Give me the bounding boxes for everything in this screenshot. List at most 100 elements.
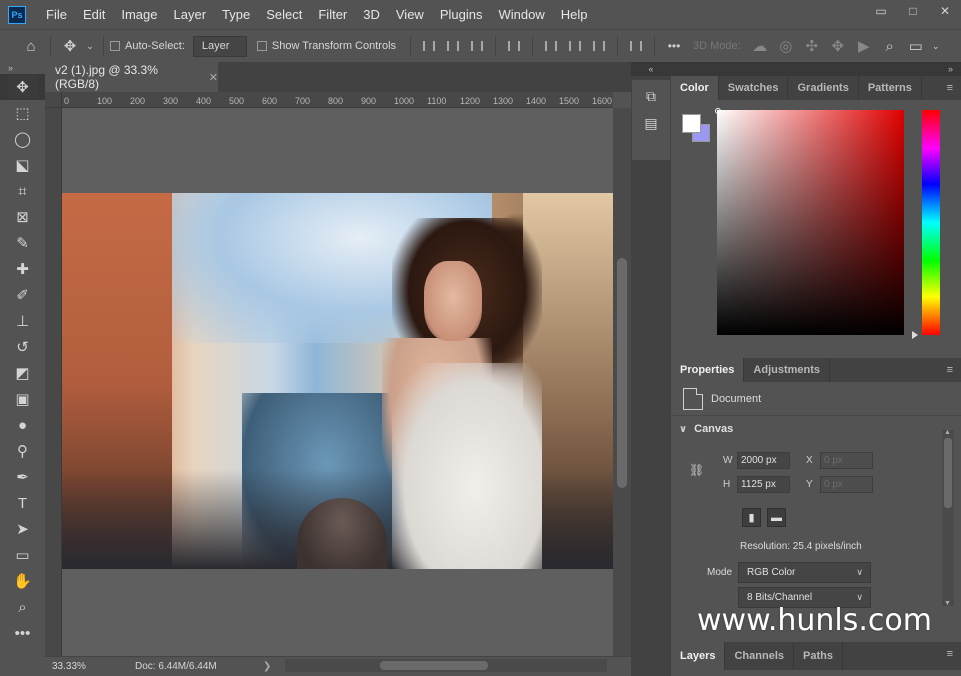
menu-plugins[interactable]: Plugins <box>432 0 491 29</box>
height-input[interactable]: 1125 px <box>737 476 790 493</box>
chevron-down-icon[interactable]: ⌄ <box>83 33 97 59</box>
restore-button[interactable]: □ <box>897 0 929 22</box>
hand-tool[interactable]: ✋ <box>0 568 45 594</box>
document-tab[interactable]: v2 (1).jpg @ 33.3% (RGB/8) ✕ <box>45 62 218 92</box>
more-tools[interactable]: ••• <box>0 620 45 646</box>
more-options-icon[interactable]: ••• <box>661 33 687 59</box>
workspace-icon[interactable]: ▭ <box>903 33 929 59</box>
clone-stamp-tool[interactable]: ⊥ <box>0 308 45 334</box>
vertical-scrollbar[interactable] <box>613 108 631 656</box>
panel-menu-icon[interactable]: ≡ <box>947 364 953 376</box>
distribute-horizontal-icon[interactable] <box>502 34 526 58</box>
menu-help[interactable]: Help <box>553 0 596 29</box>
home-icon[interactable]: ⌂ <box>18 33 44 59</box>
auto-select-checkbox[interactable] <box>110 41 120 51</box>
history-panel-icon[interactable]: ⧉ <box>646 88 656 105</box>
portrait-orientation-button[interactable]: ▮ <box>742 508 761 527</box>
type-tool[interactable]: T <box>0 490 45 516</box>
color-picker-marker[interactable] <box>715 108 721 114</box>
align-top-icon[interactable] <box>539 34 563 58</box>
tab-properties[interactable]: Properties <box>671 358 745 382</box>
menu-3d[interactable]: 3D <box>355 0 388 29</box>
comments-panel-icon[interactable]: ▤ <box>644 115 657 132</box>
scrollbar-thumb[interactable] <box>380 661 488 670</box>
align-right-icon[interactable] <box>465 34 489 58</box>
menu-layer[interactable]: Layer <box>166 0 215 29</box>
search-icon[interactable]: ⌕ <box>877 33 903 59</box>
hue-slider-marker[interactable] <box>912 331 918 339</box>
align-center-icon[interactable] <box>441 34 465 58</box>
document-image[interactable] <box>62 193 613 569</box>
menu-select[interactable]: Select <box>258 0 310 29</box>
tab-adjustments[interactable]: Adjustments <box>744 358 831 382</box>
collapse-dock-icon[interactable]: « <box>631 62 671 76</box>
align-bottom-icon[interactable] <box>587 34 611 58</box>
chevron-down-icon[interactable]: ∨ <box>679 424 687 435</box>
history-brush-tool[interactable]: ↺ <box>0 334 45 360</box>
show-transform-checkbox[interactable] <box>256 41 267 51</box>
expand-panels-icon[interactable]: » <box>671 62 961 76</box>
crop-tool[interactable]: ⌗ <box>0 178 45 204</box>
tab-patterns[interactable]: Patterns <box>859 76 922 100</box>
saturation-value-field[interactable] <box>717 110 904 335</box>
canvas-section-header[interactable]: ∨ Canvas <box>671 416 961 442</box>
auto-select-option[interactable]: Auto-Select: <box>110 40 185 52</box>
gradient-tool[interactable]: ▣ <box>0 386 45 412</box>
ruler-origin[interactable] <box>45 92 62 108</box>
object-selection-tool[interactable]: ⬕ <box>0 152 45 178</box>
eyedropper-tool[interactable]: ✎ <box>0 230 45 256</box>
tab-gradients[interactable]: Gradients <box>788 76 859 100</box>
pen-tool[interactable]: ✒ <box>0 464 45 490</box>
tab-channels[interactable]: Channels <box>725 642 794 670</box>
tab-color[interactable]: Color <box>671 76 719 100</box>
properties-scrollbar[interactable]: ▲ ▼ <box>942 429 954 607</box>
scroll-down-icon[interactable]: ▼ <box>944 600 951 607</box>
color-mode-dropdown[interactable]: RGB Color ∨ <box>738 562 871 583</box>
close-button[interactable]: ✕ <box>929 0 961 22</box>
scroll-up-icon[interactable]: ▲ <box>944 429 951 436</box>
chevron-down-icon[interactable]: ⌄ <box>929 33 943 59</box>
move-tool[interactable]: ✥ <box>0 74 45 100</box>
scrollbar-thumb[interactable] <box>617 258 627 488</box>
auto-select-target-dropdown[interactable]: Layer <box>192 35 247 57</box>
tab-paths[interactable]: Paths <box>794 642 843 670</box>
eraser-tool[interactable]: ◩ <box>0 360 45 386</box>
distribute-vertical-icon[interactable] <box>624 34 648 58</box>
blur-tool[interactable]: ● <box>0 412 45 438</box>
horizontal-ruler[interactable]: 0 100 200 300 400 500 600 700 800 900 10… <box>62 92 613 108</box>
close-tab-icon[interactable]: ✕ <box>209 71 218 84</box>
lasso-tool[interactable]: ◯ <box>0 126 45 152</box>
panel-menu-icon[interactable]: ≡ <box>947 82 953 94</box>
dodge-tool[interactable]: ⚲ <box>0 438 45 464</box>
healing-brush-tool[interactable]: ✚ <box>0 256 45 282</box>
brush-tool[interactable]: ✐ <box>0 282 45 308</box>
zoom-tool[interactable]: ⌕ <box>0 594 45 620</box>
minimize-button[interactable]: ▭ <box>865 0 897 22</box>
align-middle-icon[interactable] <box>563 34 587 58</box>
path-selection-tool[interactable]: ➤ <box>0 516 45 542</box>
panel-menu-icon[interactable]: ≡ <box>947 648 953 660</box>
menu-type[interactable]: Type <box>214 0 258 29</box>
move-tool-preset-icon[interactable]: ✥ <box>57 33 83 59</box>
link-dimensions-icon[interactable]: ⛓ <box>689 463 704 477</box>
foreground-color-swatch[interactable] <box>682 114 701 133</box>
menu-file[interactable]: File <box>38 0 75 29</box>
menu-view[interactable]: View <box>388 0 432 29</box>
width-input[interactable]: 2000 px <box>737 452 790 469</box>
vertical-ruler[interactable] <box>45 108 62 656</box>
tab-swatches[interactable]: Swatches <box>719 76 789 100</box>
show-transform-controls-option[interactable]: Show Transform Controls <box>256 40 396 52</box>
menu-window[interactable]: Window <box>490 0 552 29</box>
align-left-icon[interactable] <box>417 34 441 58</box>
scrollbar-thumb[interactable] <box>944 438 952 508</box>
horizontal-scrollbar[interactable] <box>285 659 607 672</box>
status-menu-arrow-icon[interactable]: ❯ <box>263 661 271 672</box>
zoom-level[interactable]: 33.33% <box>45 661 86 672</box>
rectangle-tool[interactable]: ▭ <box>0 542 45 568</box>
menu-edit[interactable]: Edit <box>75 0 113 29</box>
collapse-toolbar-icon[interactable]: » <box>0 62 45 74</box>
hue-slider[interactable] <box>922 110 940 335</box>
marquee-tool[interactable]: ⬚ <box>0 100 45 126</box>
menu-image[interactable]: Image <box>113 0 165 29</box>
landscape-orientation-button[interactable]: ▬ <box>767 508 786 527</box>
